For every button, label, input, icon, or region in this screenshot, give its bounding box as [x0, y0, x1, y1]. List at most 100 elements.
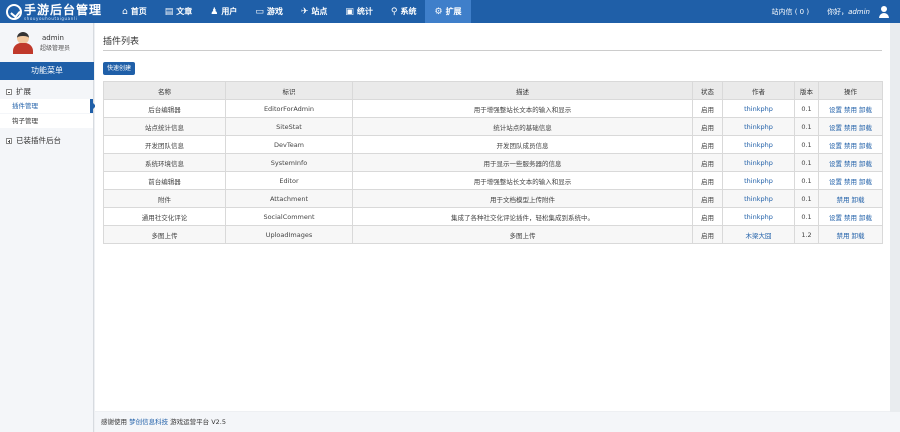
sidebar-group-installed-plugins[interactable]: 已装插件后台 [6, 135, 61, 146]
action-link[interactable]: 卸载 [859, 160, 872, 168]
nav-label: 文章 [176, 7, 193, 16]
cell-author[interactable]: thinkphp [722, 171, 795, 190]
logo-subtitle: shouyouhoutaiguanli [24, 15, 78, 21]
main-content: 插件列表 快速创建 名称 标识 描述 状态 作者 版本 操作 后台编辑器 EditorForA… [95, 23, 890, 411]
quick-create-button[interactable]: 快速创建 [103, 62, 136, 75]
table-row: 站点统计信息 SiteStat 统计站点的基础信息 启用 thinkphp 0.1 设置 禁用… [103, 117, 883, 136]
action-link[interactable]: 设置 [829, 160, 842, 168]
action-link[interactable]: 卸载 [859, 142, 872, 150]
cell-author[interactable]: thinkphp [722, 153, 795, 172]
nav-item-3[interactable]: ▭ 游戏 [246, 0, 292, 23]
logo[interactable]: 手游后台管理 shouyouhoutaiguanli [6, 3, 102, 21]
profile: admin 超级管理员 [0, 23, 93, 61]
action-link[interactable]: 设置 [829, 106, 842, 114]
action-link[interactable]: 卸载 [859, 178, 872, 186]
action-link[interactable]: 设置 [829, 142, 842, 150]
message-link[interactable]: 站内信 ( 0 ) [771, 7, 809, 17]
cell-name: 系统环境信息 [103, 153, 226, 172]
top-header: 手游后台管理 shouyouhoutaiguanli ⌂ 首页 ▤ 文章 ♟ 用户 ▭ 游戏 ✈… [0, 0, 900, 23]
action-link[interactable]: 禁用 [837, 232, 850, 240]
action-link[interactable]: 设置 [829, 178, 842, 186]
cell-key: SiteStat [225, 117, 353, 136]
table-header: 名称 标识 描述 状态 作者 版本 操作 [103, 81, 883, 100]
cell-status: 启用 [692, 189, 723, 208]
nav-label: 系统 [400, 7, 417, 16]
cell-name: 站点统计信息 [103, 117, 226, 136]
cell-actions: 设置 禁用 卸载 [818, 171, 883, 190]
cell-desc: 用于文档模型上传附件 [352, 189, 693, 208]
cell-key: SocialComment [225, 207, 353, 226]
page-title: 插件列表 [103, 37, 140, 47]
action-link[interactable]: 设置 [829, 214, 842, 222]
cell-version: 0.1 [794, 135, 819, 154]
cell-author[interactable]: thinkphp [722, 189, 795, 208]
action-link[interactable]: 卸载 [852, 196, 865, 204]
column-header: 名称 [103, 81, 226, 100]
cell-actions: 设置 禁用 卸载 [818, 153, 883, 172]
table-row: 开发团队信息 DevTeam 开发团队成员信息 启用 thinkphp 0.1 设置 禁用 卸载 [103, 135, 883, 154]
action-link[interactable]: 禁用 [844, 124, 857, 132]
user-icon[interactable] [878, 5, 890, 18]
cell-version: 0.1 [794, 153, 819, 172]
action-link[interactable]: 禁用 [844, 214, 857, 222]
admin-name: admin [42, 34, 64, 42]
action-link[interactable]: 卸载 [859, 106, 872, 114]
menu-title: 功能菜单 [0, 62, 94, 80]
cell-author[interactable]: thinkphp [722, 99, 795, 118]
sidebar-item-hook-manage[interactable]: 钩子管理 [0, 114, 93, 128]
nav-label: 扩展 [445, 7, 462, 16]
action-link[interactable]: 卸载 [852, 232, 865, 240]
cell-status: 启用 [692, 153, 723, 172]
column-header: 状态 [692, 81, 723, 100]
nav-item-6[interactable]: ⚲ 系统 [382, 0, 426, 23]
table-row: 系统环境信息 SystemInfo 用于显示一些服务器的信息 启用 thinkphp 0.… [103, 153, 883, 172]
user-group-icon: ♟ [210, 6, 219, 17]
cell-author[interactable]: thinkphp [722, 207, 795, 226]
scrollbar[interactable] [890, 23, 900, 412]
table-body: 后台编辑器 EditorForAdmin 用于增强整站长文本的输入和显示 启用 thin… [103, 99, 883, 244]
sidebar-group-extension[interactable]: 扩展 [6, 86, 31, 97]
divider [103, 50, 882, 51]
avatar [12, 30, 34, 54]
nav-label: 首页 [130, 7, 147, 16]
cell-actions: 设置 禁用 卸载 [818, 117, 883, 136]
logo-icon [6, 4, 22, 20]
nav-item-4[interactable]: ✈ 站点 [292, 0, 337, 23]
sidebar-item-plugin-manage[interactable]: 插件管理 [0, 99, 96, 113]
footer-brand-link[interactable]: 梦创信息科技 [129, 418, 168, 426]
cell-name: 前台编辑器 [103, 171, 226, 190]
action-link[interactable]: 卸载 [859, 214, 872, 222]
cell-author[interactable]: thinkphp [722, 117, 795, 136]
action-link[interactable]: 禁用 [844, 178, 857, 186]
action-link[interactable]: 禁用 [844, 160, 857, 168]
nav-item-0[interactable]: ⌂ 首页 [113, 0, 156, 23]
nav-item-7[interactable]: ⚙ 扩展 [425, 0, 471, 23]
expand-icon [6, 137, 12, 144]
action-link[interactable]: 卸载 [859, 124, 872, 132]
table-row: 附件 Attachment 用于文档模型上传附件 启用 thinkphp 0.1 禁用 卸载 [103, 189, 883, 208]
plugin-table: 名称 标识 描述 状态 作者 版本 操作 后台编辑器 EditorForAdmin 用于增强整站… [103, 81, 883, 244]
cell-name: 开发团队信息 [103, 135, 226, 154]
action-link[interactable]: 禁用 [837, 196, 850, 204]
column-header: 描述 [352, 81, 693, 100]
cell-status: 启用 [692, 135, 723, 154]
collapse-icon [6, 88, 12, 95]
site-icon: ✈ [300, 6, 309, 17]
cell-author[interactable]: 木梁大囧 [722, 225, 795, 244]
nav-item-5[interactable]: ▣ 统计 [336, 0, 382, 23]
cell-status: 启用 [692, 99, 723, 118]
cell-name: 附件 [103, 189, 226, 208]
nav-item-2[interactable]: ♟ 用户 [201, 0, 246, 23]
nav-item-1[interactable]: ▤ 文章 [156, 0, 202, 23]
cell-desc: 集成了各种社交化评论插件，轻松集成到系统中。 [352, 207, 693, 226]
cell-status: 启用 [692, 207, 723, 226]
action-link[interactable]: 设置 [829, 124, 842, 132]
cell-version: 0.1 [794, 189, 819, 208]
action-link[interactable]: 禁用 [844, 106, 857, 114]
username[interactable]: admin [848, 8, 870, 16]
cell-version: 0.1 [794, 99, 819, 118]
action-link[interactable]: 禁用 [844, 142, 857, 150]
cell-key: UploadImages [225, 225, 353, 244]
cell-desc: 开发团队成员信息 [352, 135, 693, 154]
cell-author[interactable]: thinkphp [722, 135, 795, 154]
